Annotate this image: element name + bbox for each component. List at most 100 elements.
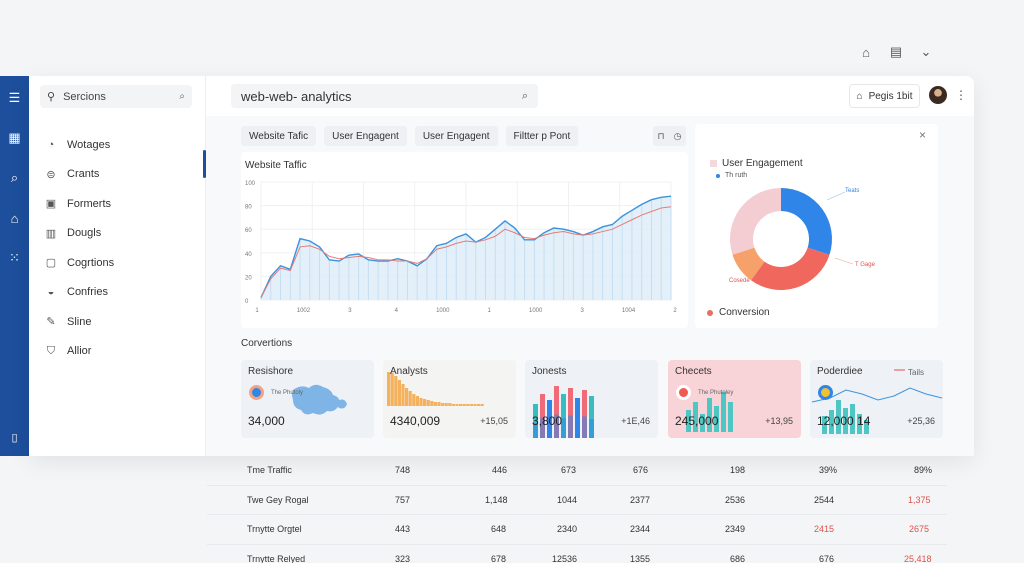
stat-value: 34,000 [248, 414, 285, 428]
area-bar [415, 396, 419, 406]
stat-badge [676, 385, 691, 400]
area-bar [430, 401, 434, 406]
x-tick-label: 2 [673, 308, 677, 314]
legend-dot [707, 309, 713, 316]
table-cell: 757 [395, 494, 411, 505]
stat-delta: +1E,46 [621, 416, 650, 426]
table-row[interactable]: Trnytte Orgtel 443 648 2340 2344 2349 24… [207, 515, 947, 545]
sidebar-item-dougls[interactable]: ▥ Dougls [45, 219, 114, 249]
stat-card-resishore[interactable]: The Phutoly Resishore 34,000 [241, 360, 374, 438]
menu-icon[interactable]: ☰ [5, 88, 25, 108]
square-icon: ▢ [45, 257, 57, 270]
filter-chip[interactable]: Filtter p Pont [505, 126, 579, 146]
dashboard-icon[interactable]: ▦ [5, 128, 25, 148]
y-tick-label: 0 [245, 299, 249, 305]
table-cell: 446 [492, 465, 508, 475]
sidebar-item-crants[interactable]: ⊜ Crants [45, 160, 114, 190]
sidebar-item-sline[interactable]: ✎ Sline [45, 307, 114, 337]
stat-card-checets[interactable]: The Phutoley Checets 245,000 +13,95 [668, 360, 801, 438]
stat-subtitle: The Phutoly [271, 390, 304, 396]
slice-label: T Gage [855, 262, 876, 268]
table-cell: 678 [491, 553, 507, 563]
settings-icon[interactable]: ▯ [11, 431, 17, 444]
bar [728, 402, 733, 432]
table-cell: 198 [730, 465, 746, 475]
sidebar-item-label: Formerts [67, 197, 111, 210]
filter-chips: Website Tafic User Engagent User Engagen… [241, 126, 579, 146]
more-icon[interactable]: ⋮ [955, 88, 967, 102]
page-button[interactable]: ⌂ Pegis 1bit [849, 84, 920, 108]
bar-lower [568, 415, 573, 438]
clock-icon[interactable]: ◷ [674, 131, 682, 142]
sidebar-item-wotages[interactable]: ◔ Wotages [45, 130, 114, 160]
table-cell: 748 [395, 465, 411, 475]
stat-card-poderdiee[interactable]: Tails Poderdiee 12,000 14 +25,36 [810, 360, 943, 438]
sidebar-item-confries[interactable]: ◒ Confries [45, 278, 114, 308]
engagement-title-text: User Engagement [722, 158, 803, 169]
alerts-icon[interactable]: ⌂ [5, 208, 25, 228]
chevron-down-icon[interactable]: ⌄ [918, 44, 934, 60]
lock-icon[interactable]: ⊓ [658, 131, 665, 142]
stat-badge [249, 385, 264, 400]
sidebar-item-label: Sline [67, 315, 92, 328]
area-bar [480, 404, 484, 406]
area-bar [477, 404, 481, 406]
area-bar [451, 404, 455, 406]
sidebar-item-formerts[interactable]: ▣ Formerts [45, 189, 114, 219]
search-input[interactable]: web-web- analytics ⌕ [231, 84, 538, 108]
table-cell: 2349 [725, 524, 746, 534]
table-cell: 2675 [909, 524, 930, 534]
sidebar-item-label: Cogrtions [67, 256, 115, 269]
avatar[interactable] [929, 86, 947, 104]
sidebar-item-label: Allior [67, 345, 92, 358]
filter-chip[interactable]: User Engagent [414, 126, 498, 146]
gauge-icon: ◒ [47, 286, 55, 299]
area-bar [394, 376, 398, 406]
pen-icon: ✎ [46, 316, 56, 329]
search-icon[interactable]: ⌕ [5, 168, 25, 188]
close-icon[interactable]: × [919, 128, 926, 142]
y-tick-label: 20 [245, 275, 252, 281]
area-bar [405, 388, 409, 406]
bar-lower [582, 416, 587, 438]
stat-card-analysts[interactable]: Analysts 4340,009 +15,05 [383, 360, 516, 438]
sidebar-item-cogrtions[interactable]: ▢ Cogrtions [45, 248, 114, 278]
x-tick-label: 3 [348, 308, 352, 314]
apps-icon[interactable]: ⁙ [5, 248, 25, 268]
page-button-label: Pegis 1bit [868, 90, 913, 102]
engagement-legend-text: Th ruth [725, 172, 748, 179]
area-bar [444, 403, 448, 406]
sidebar-item-allior[interactable]: ⛉ Allior [45, 337, 114, 367]
home-icon: ⌂ [856, 90, 863, 102]
leader-line [826, 191, 846, 201]
traffic-card: Website Taffic 100 80 60 40 20 0 1 1002 3 4 1000 1 1… [241, 152, 688, 328]
table-cell: 1,148 [485, 494, 508, 505]
area-bar [459, 404, 463, 406]
slice-label: Cosede [729, 278, 750, 284]
donut-slice [730, 188, 781, 255]
x-tick-label: 1002 [297, 308, 311, 314]
document-icon[interactable]: ▤ [888, 44, 904, 60]
table-cell: 2415 [814, 524, 835, 534]
x-tick-label: 1 [255, 308, 259, 314]
stat-delta: +25,36 [907, 416, 935, 426]
stat-title: Poderdiee [817, 366, 863, 377]
filter-chip[interactable]: User Engagent [324, 126, 407, 146]
conversion-legend-text: Conversion [719, 307, 770, 318]
filter-actions: ⊓ ◷ [653, 126, 686, 146]
x-tick-label: 4 [395, 308, 399, 314]
conversions-heading: Corvertions [241, 338, 293, 349]
stat-card-jonests[interactable]: Jonests 3,800 +1E,46 [525, 360, 658, 438]
area-bar [469, 404, 473, 406]
table-row[interactable]: Trnytte Relyed 323 678 12536 1355 686 67… [207, 545, 947, 563]
area-bar [433, 402, 437, 406]
table-row[interactable]: Tme Traffic 748 446 673 676 198 39% 89% [207, 456, 947, 486]
home-icon[interactable]: ⌂ [858, 44, 874, 60]
filter-chip[interactable]: Website Tafic [241, 126, 317, 146]
area-bar [387, 372, 391, 406]
sidebar-search[interactable]: ⚲ Sercions ⌕ [40, 85, 192, 108]
area-bar [462, 404, 466, 406]
table-row[interactable]: Twe Gey Rogal 757 1,148 1044 2377 2536 2… [207, 486, 947, 515]
table-cell: 676 [633, 465, 649, 475]
chart-icon: ◔ [47, 138, 55, 151]
